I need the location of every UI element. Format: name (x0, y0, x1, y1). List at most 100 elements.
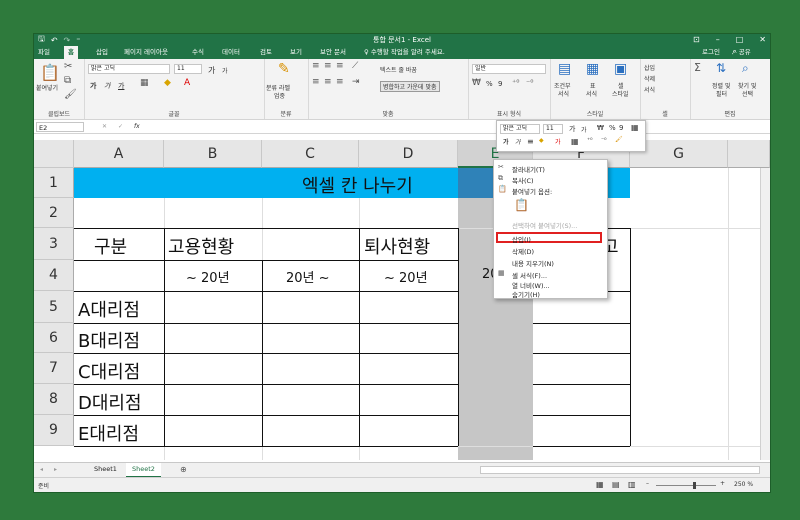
tab-page-layout[interactable]: 페이지 레이아웃 (124, 46, 168, 59)
paste-icon[interactable]: 📋 (40, 63, 60, 82)
cell-b3[interactable]: 고용현황 (168, 233, 234, 259)
increase-decimal-icon[interactable]: ⁺⁰ (512, 78, 519, 87)
percent-button[interactable]: % (486, 80, 493, 88)
cell-a5[interactable]: A대리점 (78, 296, 140, 322)
align-right-icon[interactable]: ≡ (336, 77, 344, 87)
row-header-1[interactable]: 1 (34, 168, 74, 198)
cancel-icon[interactable]: ✕ (102, 123, 107, 130)
grow-font-button[interactable]: 가 (208, 65, 215, 76)
sheet-tab-sheet2[interactable]: Sheet2 (126, 463, 161, 478)
find-select-icon[interactable]: ⌕ (742, 61, 749, 76)
format-as-table-icon[interactable]: ▦ (586, 61, 599, 77)
menu-item-insert[interactable]: 삽입(I) (512, 234, 531, 244)
ribbon-display-options-button[interactable]: ⊡ (693, 34, 700, 46)
cell-a8[interactable]: D대리점 (78, 389, 142, 415)
title-cell[interactable]: 엑셀 칸 나누기 (302, 172, 413, 198)
comma-button[interactable]: 9 (498, 80, 502, 88)
align-bottom-icon[interactable]: ≡ (336, 61, 344, 71)
decrease-decimal-icon[interactable]: ⁻⁰ (526, 78, 533, 87)
menu-item-format-cells[interactable]: 셀 서식(F)... (512, 270, 547, 280)
row-header-5[interactable]: 5 (34, 291, 74, 323)
worksheet-grid[interactable]: A B C D E F G 1 2 3 4 5 6 7 8 9 엑셀 칸 나누기… (34, 140, 770, 460)
insert-function-icon[interactable]: fx (134, 123, 140, 130)
tab-security[interactable]: 보안 문서 (320, 46, 346, 59)
maximize-button[interactable]: □ (736, 34, 744, 46)
tab-home[interactable]: 홈 (64, 46, 78, 59)
new-sheet-button[interactable]: ⊕ (180, 465, 187, 474)
menu-item-hide[interactable]: 숨기기(H) (512, 289, 540, 299)
mini-percent-button[interactable]: % (609, 124, 616, 132)
italic-button[interactable]: 가 (104, 81, 110, 91)
mini-currency-icon[interactable]: ₩ (597, 124, 604, 132)
row-header-7[interactable]: 7 (34, 353, 74, 384)
font-color-icon[interactable]: A (184, 78, 190, 88)
page-layout-view-icon[interactable]: ▤ (612, 480, 620, 489)
cut-icon[interactable]: ✂ (64, 61, 72, 72)
sort-filter-icon[interactable]: ⇅ (716, 61, 726, 75)
tab-data[interactable]: 데이터 (222, 46, 240, 59)
zoom-out-icon[interactable]: – (646, 480, 649, 487)
fill-color-icon[interactable]: ◆ (164, 78, 171, 88)
mini-decimal-icon[interactable]: ⁺⁰ (587, 137, 593, 144)
page-break-view-icon[interactable]: ▥ (628, 480, 636, 489)
cell-a7[interactable]: C대리점 (78, 358, 140, 384)
normal-view-icon[interactable]: ▦ (596, 480, 604, 489)
sign-in-link[interactable]: 로그인 (702, 46, 720, 59)
name-box[interactable]: E2 (36, 122, 84, 132)
tab-review[interactable]: 검토 (260, 46, 272, 59)
mini-comma-button[interactable]: 9 (619, 124, 623, 132)
currency-icon[interactable]: ₩ (472, 78, 481, 88)
insert-cells-button[interactable]: 삽입 (644, 63, 655, 72)
row-header-3[interactable]: 3 (34, 228, 74, 260)
column-header-d[interactable]: D (359, 140, 458, 168)
mini-font-box[interactable]: 맑은 고딕 (500, 124, 540, 134)
menu-item-cut[interactable]: 잘라내기(T) (512, 164, 545, 174)
paste-option-icon[interactable]: 📋 (514, 198, 529, 212)
copy-icon[interactable]: ⧉ (64, 75, 71, 86)
row-header-2[interactable]: 2 (34, 198, 74, 228)
cell-a3[interactable]: 구분 (94, 233, 127, 259)
column-header-a[interactable]: A (74, 140, 164, 168)
wrap-text-button[interactable]: 텍스트 줄 바꿈 (380, 65, 417, 74)
borders-icon[interactable]: ▦ (140, 78, 149, 88)
horizontal-scrollbar[interactable] (480, 466, 760, 474)
row-header-8[interactable]: 8 (34, 384, 74, 415)
mini-italic-icon[interactable]: 가 (515, 137, 521, 146)
eraser-icon[interactable]: ✎ (278, 61, 290, 77)
row-header-4[interactable]: 4 (34, 260, 74, 291)
cell-a9[interactable]: E대리점 (78, 420, 139, 446)
row-header-9[interactable]: 9 (34, 415, 74, 446)
zoom-level[interactable]: 250 % (734, 481, 753, 488)
underline-button[interactable]: 가 (118, 81, 124, 91)
mini-align-icon[interactable]: ≡ (527, 137, 534, 146)
conditional-formatting-icon[interactable]: ▤ (558, 61, 571, 77)
column-header-b[interactable]: B (164, 140, 262, 168)
tab-insert[interactable]: 삽입 (96, 46, 108, 59)
merge-center-button[interactable]: 병합하고 가운데 맞춤 (380, 81, 440, 92)
vertical-scrollbar[interactable] (760, 168, 770, 460)
menu-item-clear-contents[interactable]: 내용 지우기(N) (512, 258, 554, 268)
scroll-sheets-left-icon[interactable]: ◂ (40, 466, 43, 473)
bold-button[interactable]: 가 (90, 81, 96, 91)
cell-d3[interactable]: 퇴사현황 (364, 233, 430, 259)
align-left-icon[interactable]: ≡ (312, 77, 320, 87)
mini-format-painter-icon[interactable]: 🖌 (615, 136, 623, 143)
orientation-icon[interactable]: ⟋ (352, 61, 358, 71)
zoom-slider-thumb[interactable] (692, 482, 696, 489)
paste-button[interactable]: 붙여넣기 (36, 83, 58, 92)
shrink-font-button[interactable]: 가 (222, 66, 228, 75)
column-header-c[interactable]: C (262, 140, 359, 168)
enter-icon[interactable]: ✓ (118, 123, 123, 130)
font-size-box[interactable]: 11 (174, 64, 202, 74)
cell-styles-icon[interactable]: ▣ (614, 61, 627, 77)
mini-bold-icon[interactable]: 가 (503, 137, 509, 146)
row-header-6[interactable]: 6 (34, 323, 74, 353)
minimize-button[interactable]: – (716, 34, 720, 46)
mini-borders-icon[interactable]: ▦ (571, 137, 579, 146)
sheet-tab-sheet1[interactable]: Sheet1 (88, 463, 123, 476)
align-top-icon[interactable]: ≡ (312, 61, 320, 71)
mini-decimal-decrease-icon[interactable]: ⁻⁰ (601, 137, 607, 144)
mini-size-box[interactable]: 11 (543, 124, 563, 134)
cell-d4[interactable]: ~ 20년 (384, 267, 428, 286)
tab-formulas[interactable]: 수식 (192, 46, 204, 59)
